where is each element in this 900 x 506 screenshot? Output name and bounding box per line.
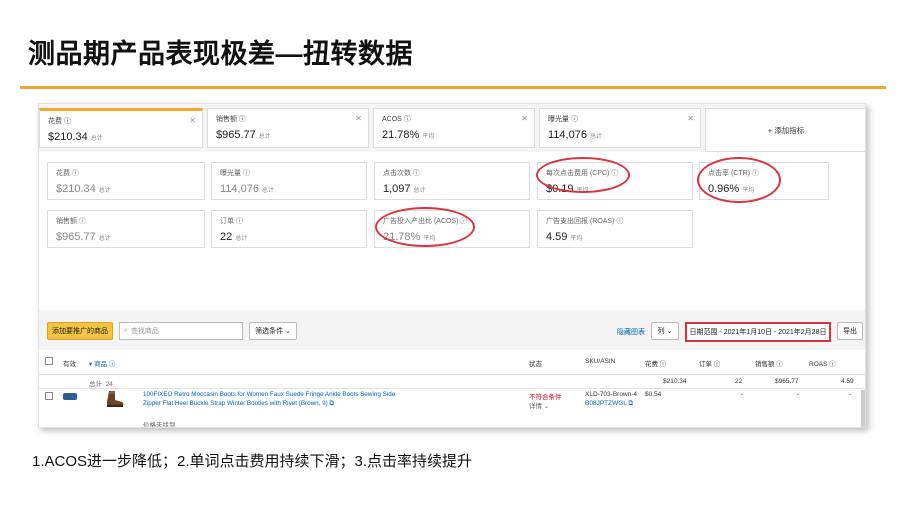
top-card-label: ACOS ⓘ [382,116,411,123]
metric-suffix: 总计 [235,236,248,242]
metric-value: 22 [220,231,233,243]
metric-card-impressions[interactable]: 曝光量 ⓘ 114,076 总计 [211,162,367,200]
table-scrollbar[interactable] [861,390,865,427]
metric-label: 点击次数 ⓘ [383,170,420,177]
metric-card-clicks[interactable]: 点击次数 ⓘ 1,097 总计 [374,162,530,200]
total-label: 总计: 24 [89,381,113,388]
column-header-orders[interactable]: 订单 ⓘ [699,358,720,368]
top-card-value: $965.77 [216,129,256,141]
column-header-spend[interactable]: 花费 ⓘ [645,358,666,368]
row-checkbox[interactable] [45,392,53,400]
column-header-sales[interactable]: 销售额 ⓘ [755,358,783,368]
metric-suffix: 总计 [98,236,111,242]
row-spend: $0.54 [645,391,662,398]
row-roas: - [849,391,852,398]
column-header-active[interactable]: 有效 [63,358,76,368]
select-all-checkbox[interactable] [45,357,53,365]
row-divider [39,388,865,389]
product-price-note: 价格未找到 [143,422,176,428]
metric-suffix: 总计 [261,188,274,194]
metric-suffix: 平均 [570,236,583,242]
top-card-label: 曝光量 ⓘ [548,116,578,123]
acos-highlight-circle [375,207,475,247]
top-card-impressions[interactable]: 曝光量 ⓘ 114,076 总计 ✕ [539,108,701,148]
metric-label: 曝光量 ⓘ [220,170,250,177]
top-card-spend[interactable]: 花费 ⓘ $210.34 总计 ✕ [39,108,203,148]
title-underline [20,86,886,89]
slide-title: 测品期产品表现极差—扭转数据 [28,39,413,69]
total-orders: 22 [735,378,743,385]
slide-caption: 1.ACOS进一步降低；2.单词点击费用持续下滑；3.点击率持续提升 [32,453,473,470]
top-card-sales[interactable]: 销售额 ⓘ $965.77 总计 ✕ [207,108,369,148]
metric-label: 销售额 ⓘ [56,218,86,225]
metric-label: 订单 ⓘ [220,218,243,225]
top-card-value: $210.34 [48,131,88,143]
search-icon: ⌕ [124,327,128,334]
product-boot-image[interactable] [103,390,125,408]
export-button[interactable]: 导出 [837,322,863,340]
top-card-suffix: 总计 [258,134,271,140]
close-icon[interactable]: ✕ [687,114,694,123]
date-range-button[interactable]: 日期范围 - 2021年1月10日 - 2021年2月28日 [685,322,831,342]
row-orders: - [741,391,744,398]
filter-dropdown[interactable]: 筛选条件 ⌄ [249,322,297,340]
top-card-acos[interactable]: ACOS ⓘ 21.78% 平均 ✕ [373,108,535,148]
sku-text: XLD-703-Brown-4 [585,391,638,398]
products-table: 有效 ▾ 商品 ⓘ 状态 SKU/ASIN 花费 ⓘ 订单 ⓘ 销售额 ⓘ RO… [39,350,865,428]
metric-card-spend[interactable]: 花费 ⓘ $210.34 总计 [47,162,205,200]
top-card-label: 销售额 ⓘ [216,116,246,123]
column-header-status[interactable]: 状态 [529,358,542,368]
metric-suffix: 总计 [98,188,111,194]
columns-dropdown[interactable]: 列 ⌄ [651,322,679,340]
screenshot-panel: 花费 ⓘ $210.34 总计 ✕ 销售额 ⓘ $965.77 总计 ✕ ACOS … [38,103,866,428]
total-roas: 4.59 [841,378,854,385]
column-header-roas[interactable]: ROAS ⓘ [809,358,836,368]
cpc-highlight-circle [536,157,630,193]
close-icon[interactable]: ✕ [521,114,528,123]
top-card-label: 花费 ⓘ [48,118,71,125]
asin-link[interactable]: B08JPTZWGL ⧉ [585,400,633,408]
metric-value: 114,076 [220,183,259,195]
column-header-sku[interactable]: SKU/ASIN [585,358,615,365]
table-toolbar: 添加要推广的商品 ⌕ 查找商品 筛选条件 ⌄ 隐藏图表 列 ⌄ 日期范围 - 2… [39,314,865,350]
search-input[interactable]: ⌕ 查找商品 [119,322,243,340]
close-icon[interactable]: ✕ [355,114,362,123]
column-header-product[interactable]: ▾ 商品 ⓘ [89,358,115,368]
total-sales: $965.77 [775,378,799,385]
metric-value: 1,097 [383,183,411,195]
search-placeholder: 查找商品 [130,328,159,335]
metric-value: $210.34 [56,183,96,195]
top-card-suffix: 平均 [422,134,435,140]
ctr-highlight-circle [697,157,781,203]
top-card-suffix: 总计 [589,134,602,140]
top-card-value: 21.78% [382,129,420,141]
status-details-link[interactable]: 详情 ⌄ [529,400,549,410]
hide-chart-link[interactable]: 隐藏图表 [617,327,645,337]
total-spend: $210.34 [663,378,687,385]
header-divider [39,374,865,375]
metric-label: 花费 ⓘ [56,170,79,177]
active-toggle[interactable] [63,393,77,400]
metrics-panel: 花费 ⓘ $210.34 总计 曝光量 ⓘ 114,076 总计 点击次数 ⓘ 1,… [39,152,865,310]
product-title-line2[interactable]: Zipper Flat Heel Buckle Strap Winter Boo… [143,399,403,408]
add-product-button[interactable]: 添加要推广的商品 [47,322,113,340]
row-sales: - [797,391,800,398]
metric-label: 广告支出回报 (ROAS) ⓘ [546,218,624,225]
metric-card-orders[interactable]: 订单 ⓘ 22 总计 [211,210,367,248]
top-card-suffix: 总计 [90,136,103,142]
metric-card-sales[interactable]: 销售额 ⓘ $965.77 总计 [47,210,205,248]
product-title-line1[interactable]: 100FIXEO Retro Moccasin Boots for Women … [143,390,403,399]
add-metric-button[interactable]: + 添加指标 [705,108,865,152]
metric-card-roas[interactable]: 广告支出回报 (ROAS) ⓘ 4.59 平均 [537,210,693,248]
metric-suffix: 总计 [413,188,426,194]
metric-value: 4.59 [546,231,568,243]
top-card-value: 114,076 [548,129,587,141]
metric-value: $965.77 [56,231,96,243]
close-icon[interactable]: ✕ [189,116,196,125]
